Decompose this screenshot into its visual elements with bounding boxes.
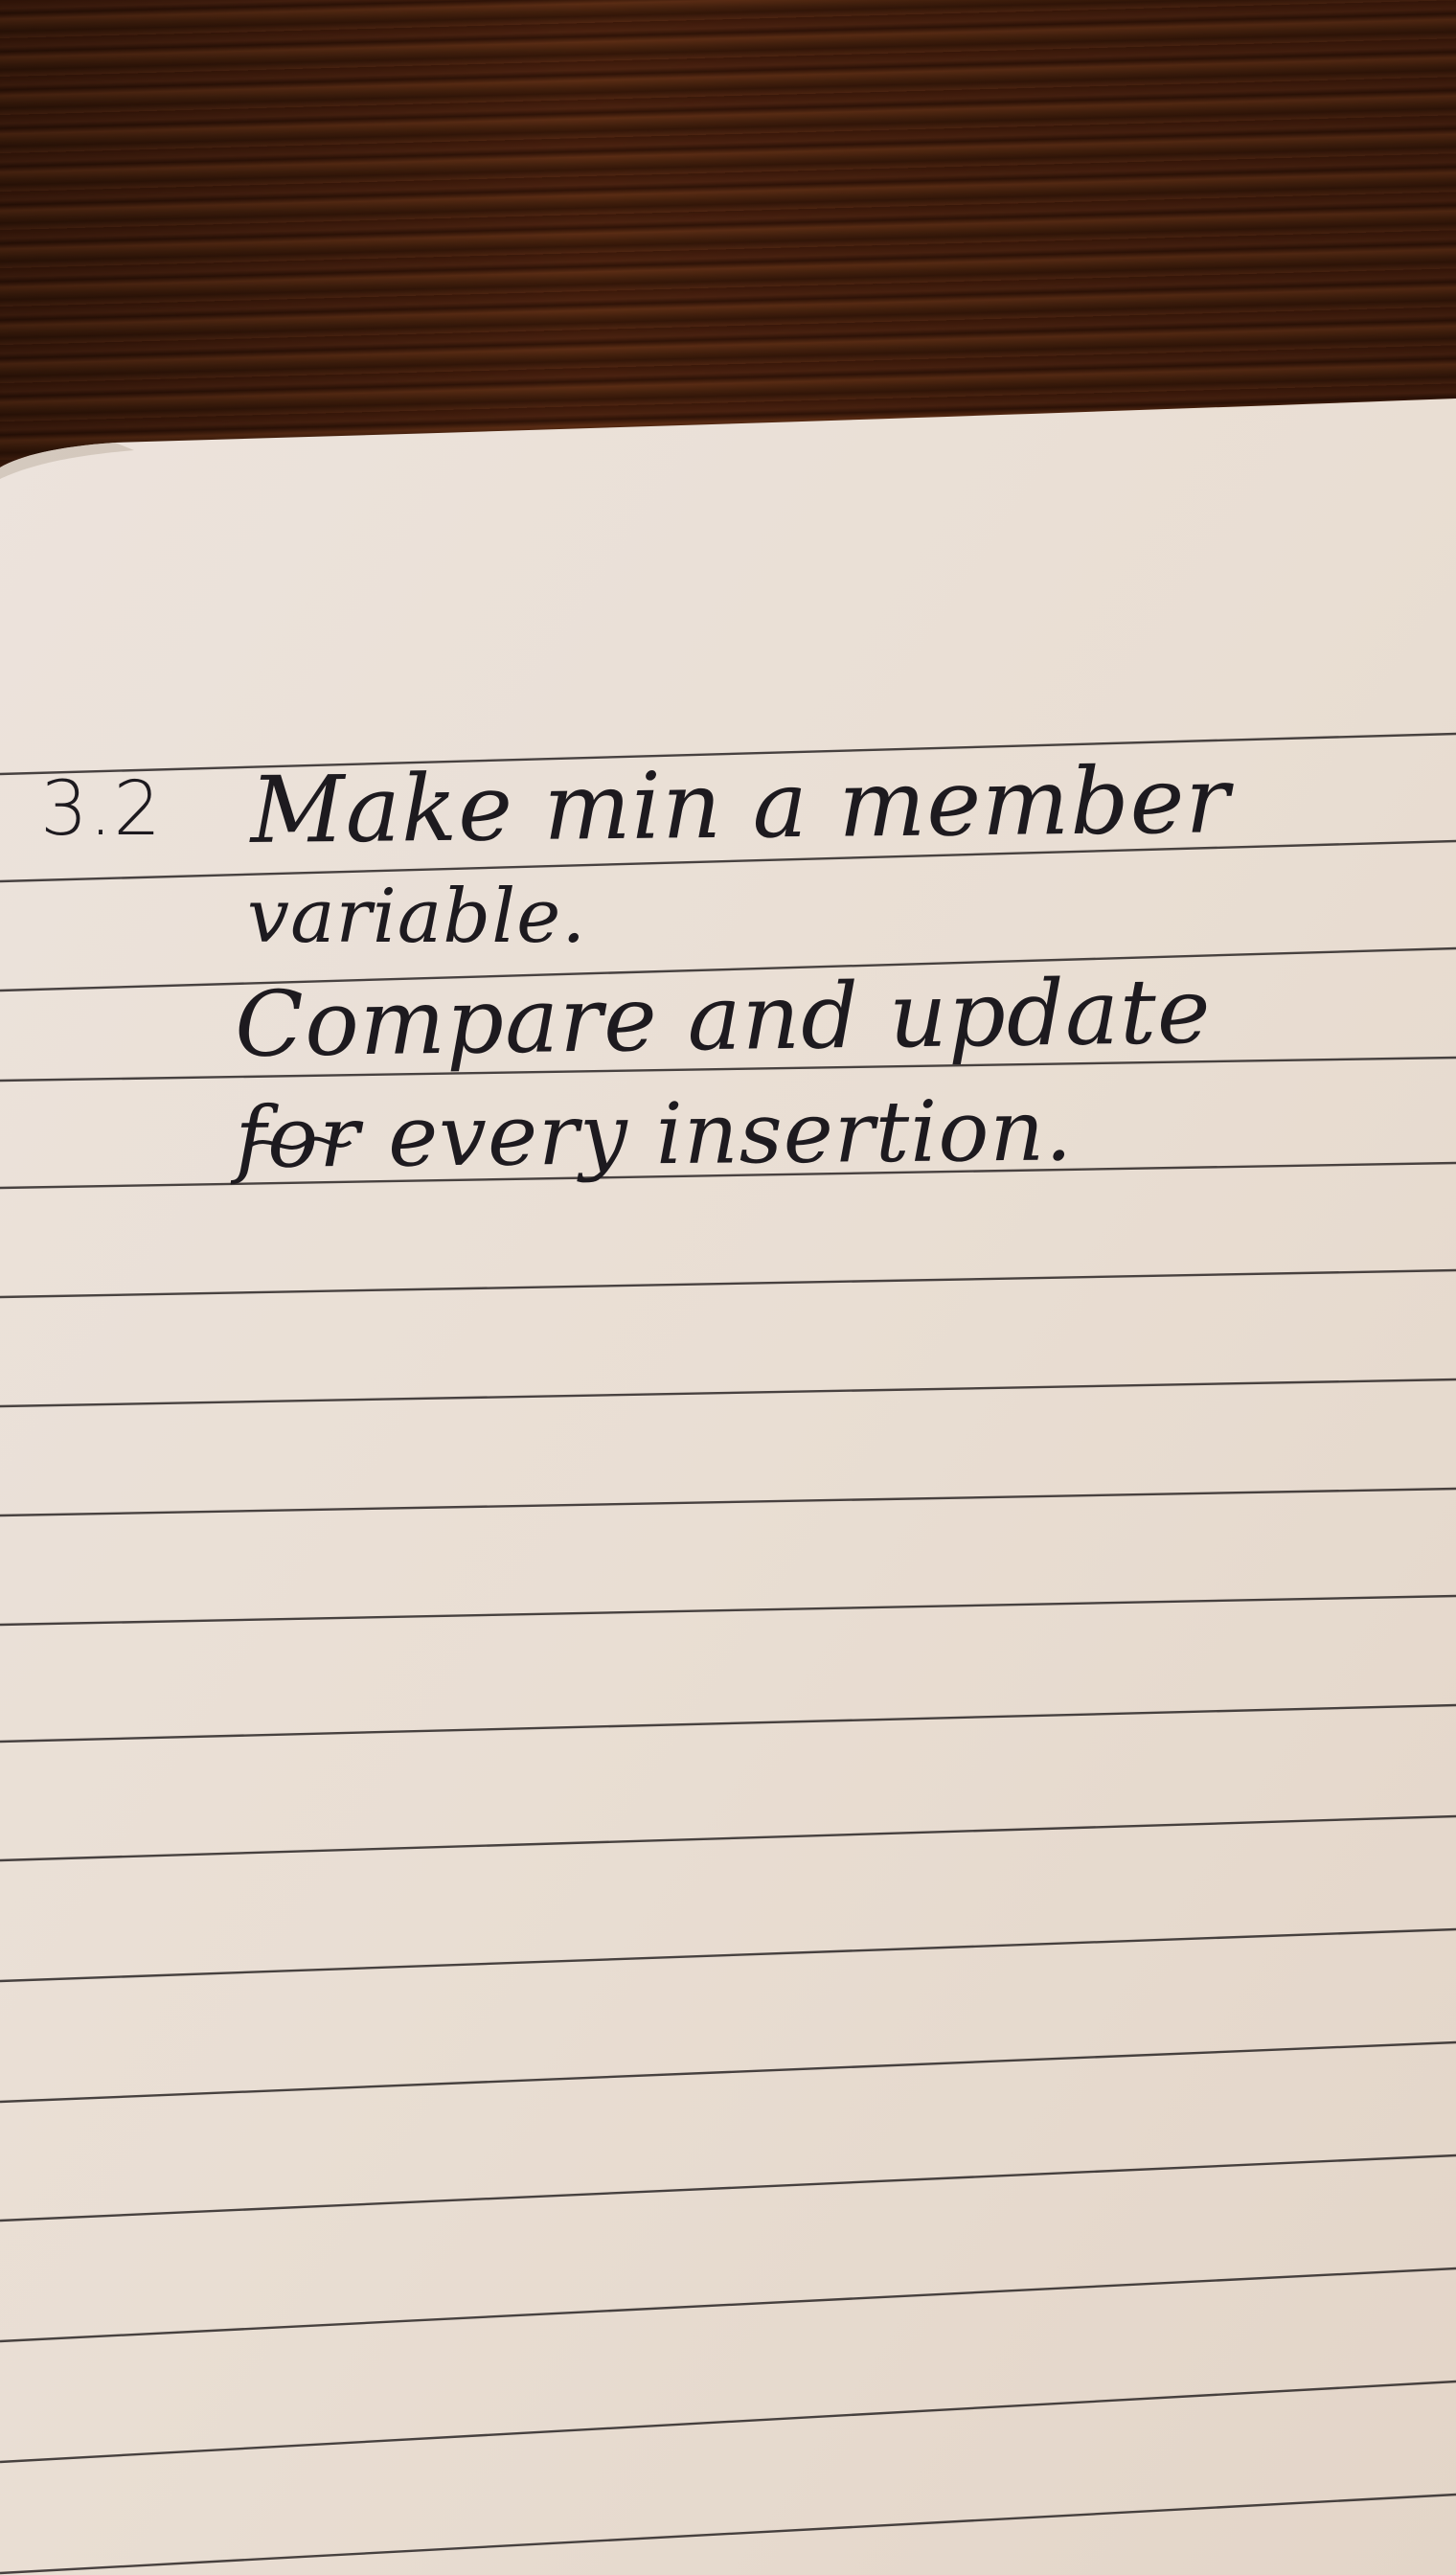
- note-line: Make min a member: [249, 746, 1231, 864]
- note-number: 3.2: [40, 766, 163, 853]
- note-line: variable.: [247, 874, 587, 960]
- note-line: for every insertion.: [235, 1081, 1074, 1187]
- note-line: Compare and update: [234, 959, 1213, 1078]
- handwritten-note: 3.2 Make min a member variable. Compare …: [0, 0, 1456, 1341]
